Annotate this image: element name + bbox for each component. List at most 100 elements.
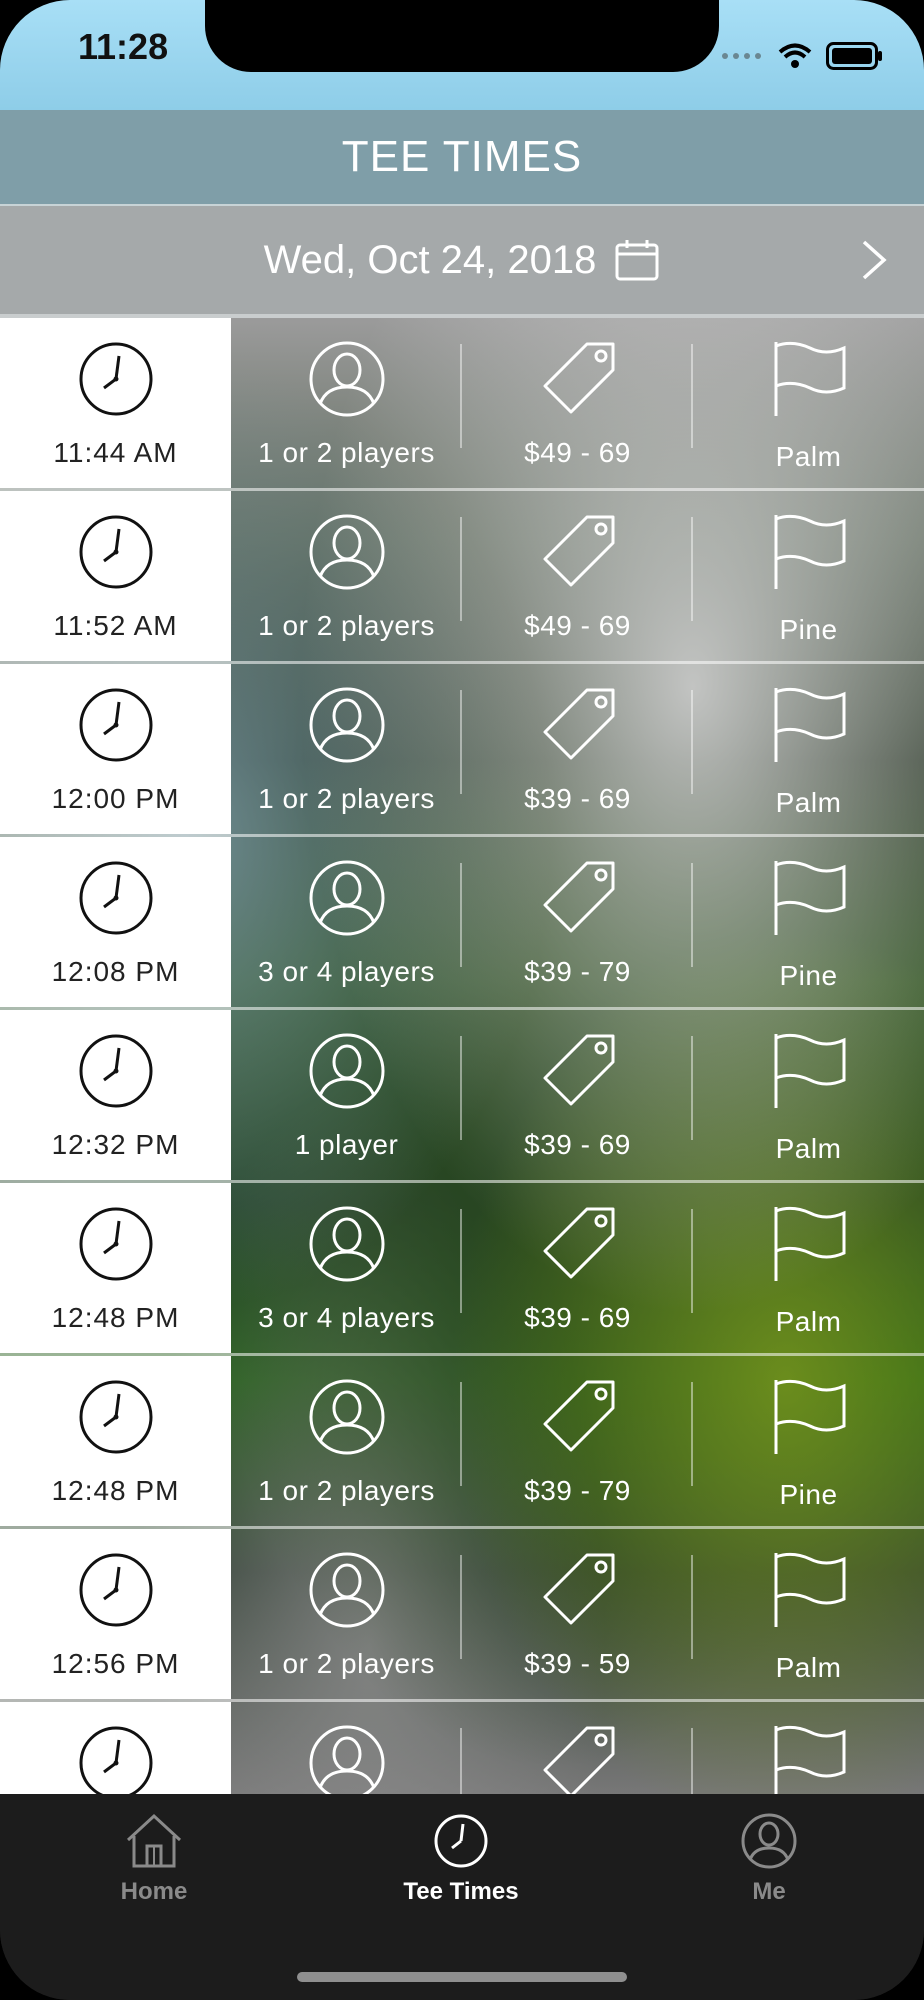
players-cell: 1 or 2 players <box>231 1529 462 1699</box>
price-tag-icon <box>539 513 617 596</box>
person-icon <box>308 1378 386 1461</box>
clock-icon <box>434 1814 488 1868</box>
tee-time-label: 12:48 PM <box>51 1302 180 1333</box>
clock-icon <box>77 686 155 769</box>
price-cell: $39 - 59 <box>462 1529 693 1699</box>
clock-icon <box>77 1032 155 1115</box>
page-title: TEE TIMES <box>341 132 583 181</box>
person-icon <box>308 1205 386 1288</box>
course-label: Pine <box>779 960 838 991</box>
page-header: TEE TIMES <box>0 110 924 206</box>
flag-icon <box>770 1378 848 1461</box>
clock-icon <box>77 513 155 596</box>
clock-icon <box>77 859 155 942</box>
tee-time-label: 12:48 PM <box>51 1475 180 1506</box>
time-cell: 12:08 PM <box>0 837 231 1007</box>
status-bar: 11:28 <box>0 0 924 110</box>
person-icon <box>308 1724 386 1794</box>
players-cell: 1 or 2 players <box>231 491 462 661</box>
price-label: $49 - 69 <box>524 610 631 641</box>
time-cell <box>0 1702 231 1794</box>
course-cell: Pine <box>693 491 924 661</box>
time-cell: 12:48 PM <box>0 1356 231 1526</box>
tee-time-label: 12:32 PM <box>51 1129 180 1160</box>
time-cell: 11:52 AM <box>0 491 231 661</box>
players-label: 1 or 2 players <box>258 437 435 468</box>
tee-time-label: 11:44 AM <box>53 437 178 468</box>
tee-time-row[interactable]: 11:44 AM 1 or 2 players $49 - 69 Palm <box>0 318 924 491</box>
flag-icon <box>770 1205 848 1288</box>
players-cell: 1 or 2 players <box>231 1356 462 1526</box>
tee-time-row[interactable]: 12:08 PM 3 or 4 players $39 - 79 Pine <box>0 837 924 1010</box>
course-cell <box>693 1702 924 1794</box>
players-label: 1 player <box>294 1129 399 1160</box>
price-label: $39 - 79 <box>524 956 631 987</box>
status-icons <box>720 42 884 70</box>
tee-time-list[interactable]: 11:44 AM 1 or 2 players $49 - 69 Palm 11:52 … <box>0 318 924 1794</box>
tab-me-label: Me <box>752 1878 786 1905</box>
players-cell: 1 or 2 players <box>231 664 462 834</box>
course-cell: Palm <box>693 1529 924 1699</box>
course-label: Palm <box>775 441 842 472</box>
course-label: Pine <box>779 614 838 645</box>
tee-time-row[interactable] <box>0 1702 924 1794</box>
next-date-chevron-icon[interactable] <box>854 236 894 284</box>
tee-time-row[interactable]: 12:48 PM 1 or 2 players $39 - 79 Pine <box>0 1356 924 1529</box>
battery-icon <box>826 42 882 70</box>
clock-icon <box>77 1205 155 1288</box>
tee-time-row[interactable]: 12:32 PM 1 player $39 - 69 Palm <box>0 1010 924 1183</box>
players-label: 1 or 2 players <box>258 1648 435 1679</box>
course-label: Palm <box>775 1652 842 1683</box>
price-cell: $49 - 69 <box>462 491 693 661</box>
price-tag-icon <box>539 1032 617 1115</box>
person-icon <box>741 1813 797 1869</box>
course-label: Palm <box>775 1306 842 1337</box>
course-cell: Palm <box>693 1183 924 1353</box>
price-label: $39 - 69 <box>524 1129 631 1160</box>
course-cell: Pine <box>693 837 924 1007</box>
price-cell: $39 - 69 <box>462 1010 693 1180</box>
date-selector[interactable]: Wed, Oct 24, 2018 <box>0 206 924 318</box>
players-label: 3 or 4 players <box>258 956 435 987</box>
home-icon <box>126 1813 182 1868</box>
course-label: Pine <box>779 1479 838 1510</box>
tab-tee-times[interactable]: Tee Times <box>361 1812 561 1906</box>
tee-time-row[interactable]: 11:52 AM 1 or 2 players $49 - 69 Pine <box>0 491 924 664</box>
tab-tee-times-label: Tee Times <box>403 1878 519 1905</box>
tee-time-label: 11:52 AM <box>53 610 178 641</box>
players-label: 1 or 2 players <box>258 1475 435 1506</box>
selected-date[interactable]: Wed, Oct 24, 2018 <box>264 238 597 283</box>
price-label: $39 - 69 <box>524 783 631 814</box>
price-cell: $49 - 69 <box>462 318 693 488</box>
price-cell: $39 - 79 <box>462 837 693 1007</box>
tab-me[interactable]: Me <box>669 1812 869 1906</box>
players-label: 1 or 2 players <box>258 783 435 814</box>
course-cell: Palm <box>693 1010 924 1180</box>
notch <box>205 0 719 72</box>
flag-icon <box>770 1551 848 1634</box>
price-tag-icon <box>539 1724 617 1794</box>
course-cell: Pine <box>693 1356 924 1526</box>
tab-home[interactable]: Home <box>54 1812 254 1906</box>
players-cell <box>231 1702 462 1794</box>
price-label: $39 - 79 <box>524 1475 631 1506</box>
clock-icon <box>77 1551 155 1634</box>
calendar-icon[interactable] <box>614 238 660 282</box>
flag-icon <box>770 513 848 596</box>
tee-time-row[interactable]: 12:56 PM 1 or 2 players $39 - 59 Palm <box>0 1529 924 1702</box>
players-cell: 1 player <box>231 1010 462 1180</box>
price-label: $39 - 69 <box>524 1302 631 1333</box>
time-cell: 11:44 AM <box>0 318 231 488</box>
course-label: Palm <box>775 787 842 818</box>
tee-time-row[interactable]: 12:00 PM 1 or 2 players $39 - 69 Palm <box>0 664 924 837</box>
status-time: 11:28 <box>78 26 169 67</box>
home-indicator <box>297 1972 627 1982</box>
time-cell: 12:48 PM <box>0 1183 231 1353</box>
price-cell: $39 - 69 <box>462 1183 693 1353</box>
price-cell <box>462 1702 693 1794</box>
phone-screen: 11:28 TEE TIMES Wed, Oct 24, 2018 11:44 … <box>0 0 924 2000</box>
course-cell: Palm <box>693 664 924 834</box>
tee-time-row[interactable]: 12:48 PM 3 or 4 players $39 - 69 Palm <box>0 1183 924 1356</box>
person-icon <box>308 1032 386 1115</box>
tee-time-label: 12:56 PM <box>51 1648 180 1679</box>
